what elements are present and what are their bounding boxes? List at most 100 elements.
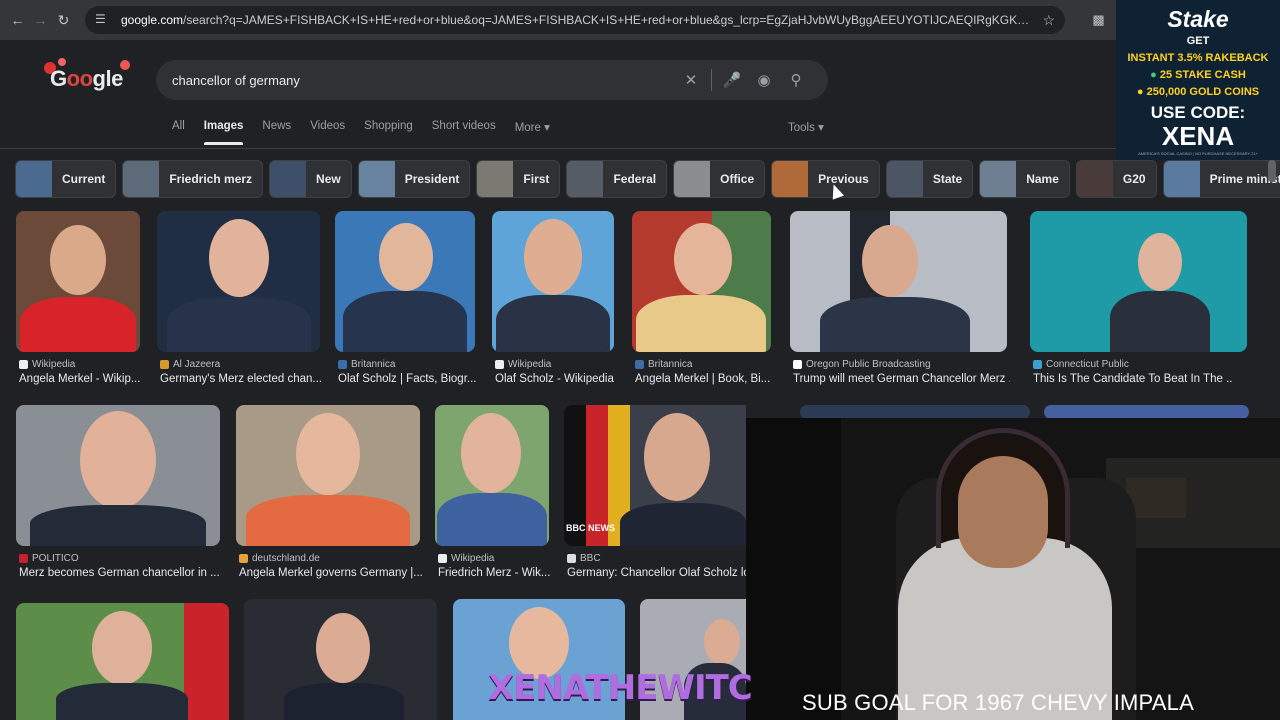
result-title[interactable]: This Is The Candidate To Beat In The ...: [1033, 373, 1233, 385]
microphone-icon[interactable]: 🎤: [716, 64, 748, 96]
clear-icon[interactable]: ✕: [675, 64, 707, 96]
tab-short-videos[interactable]: Short videos: [432, 120, 496, 145]
tab-news[interactable]: News: [262, 120, 291, 145]
result-thumbnail[interactable]: [800, 405, 1030, 419]
search-input[interactable]: chancellor of germany: [172, 73, 675, 88]
result-source: Al Jazeera: [160, 359, 220, 370]
search-icon[interactable]: ⚲: [780, 64, 812, 96]
chip-previous[interactable]: Previous: [771, 160, 880, 198]
stake-logo: Stake: [1167, 6, 1229, 32]
result-title[interactable]: Olaf Scholz - Wikipedia: [495, 373, 617, 385]
result-source: BBC: [567, 553, 601, 564]
tab-all[interactable]: All: [172, 120, 185, 145]
result-thumbnail[interactable]: [16, 603, 229, 720]
source-name: BBC: [580, 553, 601, 564]
source-name: POLITICO: [32, 553, 79, 564]
aljazeera-icon: [160, 360, 169, 369]
result-title[interactable]: Friedrich Merz - Wik...: [438, 567, 552, 579]
chip-thumbnail: [1076, 161, 1113, 197]
tab-shopping[interactable]: Shopping: [364, 120, 413, 145]
chip-office[interactable]: Office: [673, 160, 766, 198]
chip-label: State: [932, 172, 963, 186]
result-thumbnail[interactable]: [790, 211, 1007, 352]
portrait-face: [92, 611, 152, 685]
extensions-icon[interactable]: ▩: [1089, 9, 1108, 31]
result-source: Wikipedia: [438, 553, 494, 564]
chip-name[interactable]: Name: [979, 160, 1070, 198]
chevron-down-icon: ▾: [818, 122, 824, 134]
refinement-chips: Current Friedrich merz New President Fir…: [15, 160, 1280, 198]
ad-fine-print: AMERICA'S SOCIAL CASINO | NO PURCHASE NE…: [1138, 151, 1258, 156]
portrait-face: [50, 225, 106, 295]
result-thumbnail[interactable]: [1030, 211, 1247, 352]
chip-current[interactable]: Current: [15, 160, 117, 198]
divider: [711, 69, 712, 91]
result-title[interactable]: Trump will meet German Chancellor Merz .…: [793, 373, 1010, 385]
google-doodle-logo[interactable]: Google: [44, 58, 132, 98]
source-name: Wikipedia: [32, 359, 76, 370]
sub-goal-text: SUB GOAL FOR 1967 CHEVY IMPALA: [802, 690, 1194, 715]
wikipedia-icon: [19, 360, 28, 369]
result-source: Britannica: [635, 359, 692, 370]
result-thumbnail[interactable]: [236, 405, 420, 546]
result-title[interactable]: Angela Merkel - Wikip...: [19, 373, 143, 385]
politico-icon: [19, 554, 28, 563]
forward-icon[interactable]: →: [31, 9, 50, 31]
chip-friedrich-merz[interactable]: Friedrich merz: [122, 160, 264, 198]
result-thumbnail[interactable]: BBC NEWS: [564, 405, 746, 546]
tools-button[interactable]: Tools ▾: [788, 120, 824, 134]
coin-icon: ●: [1150, 69, 1157, 81]
ad-stake-cash: ● 25 STAKE CASH: [1116, 67, 1280, 84]
ad-use-code: USE CODE:: [1150, 103, 1246, 122]
chip-label: Federal: [613, 172, 657, 186]
result-source: POLITICO: [19, 553, 79, 564]
result-title[interactable]: Angela Merkel | Book, Bi...: [635, 373, 774, 385]
source-name: Wikipedia: [451, 553, 495, 564]
chip-prime-minister[interactable]: Prime minister: [1162, 160, 1280, 198]
result-source: Wikipedia: [495, 359, 551, 370]
more-label: More: [514, 122, 541, 134]
chip-label: Office: [720, 172, 755, 186]
result-thumbnail[interactable]: [16, 405, 220, 546]
result-title[interactable]: Angela Merkel governs Germany |...: [239, 567, 423, 579]
url-text[interactable]: google.com/search?q=JAMES+FISHBACK+IS+HE…: [121, 13, 1034, 27]
result-thumbnail[interactable]: [435, 405, 549, 546]
address-bar[interactable]: ☰ google.com/search?q=JAMES+FISHBACK+IS+…: [85, 6, 1065, 34]
result-thumbnail[interactable]: [157, 211, 320, 352]
result-title[interactable]: Germany: Chancellor Olaf Scholz los...: [567, 567, 749, 579]
portrait-face: [674, 223, 732, 295]
chip-president[interactable]: President: [357, 160, 471, 198]
result-title[interactable]: Germany's Merz elected chan...: [160, 373, 323, 385]
result-thumbnail[interactable]: [16, 211, 140, 352]
chip-federal[interactable]: Federal: [566, 160, 668, 198]
result-title[interactable]: Olaf Scholz | Facts, Biogr...: [338, 373, 478, 385]
back-icon[interactable]: ←: [8, 9, 27, 31]
result-thumbnail[interactable]: [632, 211, 771, 352]
chip-thumbnail: [477, 161, 514, 197]
portrait-suit: [820, 297, 970, 352]
result-thumbnail[interactable]: [1044, 405, 1249, 419]
tab-videos[interactable]: Videos: [310, 120, 345, 145]
ad-stake-cash-text: 25 STAKE CASH: [1159, 69, 1246, 81]
result-thumbnail[interactable]: [335, 211, 475, 352]
source-name: Oregon Public Broadcasting: [806, 359, 931, 370]
stake-ad-overlay: Stake GET INSTANT 3.5% RAKEBACK ● 25 STA…: [1116, 0, 1280, 160]
chip-state[interactable]: State: [885, 160, 974, 198]
loading-icon[interactable]: ↻: [54, 9, 73, 31]
bookmark-star-icon[interactable]: ☆: [1042, 12, 1055, 29]
chip-new[interactable]: New: [269, 160, 352, 198]
site-settings-icon[interactable]: ☰: [95, 12, 111, 28]
portrait-face: [379, 223, 433, 291]
tab-images[interactable]: Images: [203, 120, 243, 145]
page-scrollbar[interactable]: [1268, 160, 1276, 182]
tab-more[interactable]: More ▾: [515, 120, 550, 145]
chip-g20[interactable]: G20: [1075, 160, 1157, 198]
chip-thumbnail: [980, 161, 1017, 197]
lens-camera-icon[interactable]: ◉: [748, 64, 780, 96]
portrait-jacket: [636, 295, 766, 352]
chip-first[interactable]: First: [476, 160, 561, 198]
search-box[interactable]: chancellor of germany ✕ 🎤 ◉ ⚲: [156, 60, 828, 100]
result-title[interactable]: Merz becomes German chancellor in ...: [19, 567, 223, 579]
result-thumbnail[interactable]: [244, 599, 437, 720]
result-thumbnail[interactable]: [492, 211, 614, 352]
